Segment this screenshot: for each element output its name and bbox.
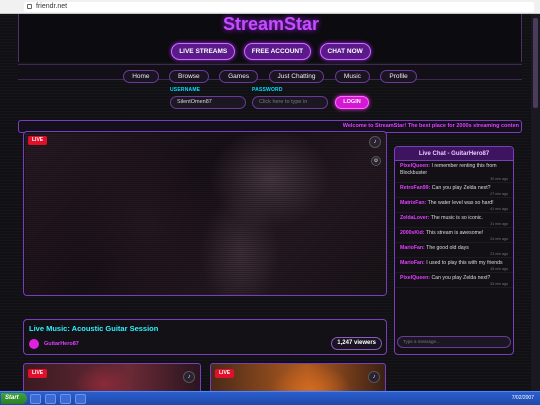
chat-text: Can you play Zelda next? [431, 275, 491, 281]
live-badge: LIVE [28, 369, 48, 378]
taskbar-clock: 7/02/2007 [511, 395, 534, 401]
avatar[interactable] [29, 339, 39, 349]
chat-timestamp: 30 min ago [490, 177, 508, 181]
chat-timestamp: 27 min ago [490, 192, 508, 196]
notepad-icon[interactable] [45, 394, 56, 404]
chat-username[interactable]: PixelQueen: [400, 275, 430, 281]
login-bar: USERNAME SilentOmen87 PASSWORD Click her… [18, 82, 522, 118]
chat-username[interactable]: ZeldaLover: [400, 215, 429, 221]
site-logo[interactable]: StreamStar [19, 14, 523, 34]
chat-text: The water level was so hard! [427, 200, 494, 206]
chat-username[interactable]: MarioFan: [400, 245, 425, 251]
chat-text: The music is so iconic. [430, 215, 483, 221]
address-bar[interactable]: friendr.net [24, 2, 534, 12]
site-header: StreamStar LIVE STREAMS FREE ACCOUNT CHA… [18, 14, 522, 62]
chat-username[interactable]: MarioFan: [400, 260, 425, 266]
desktop-icon[interactable] [30, 394, 41, 404]
page-content: StreamStar LIVE STREAMS FREE ACCOUNT CHA… [0, 14, 540, 391]
chat-header: Live Chat - GuitarHero87 [395, 147, 513, 161]
chat-timestamp: 41 min ago [490, 207, 508, 211]
chat-timestamp: 31 min ago [490, 222, 508, 226]
username-field[interactable]: SilentOmen87 [170, 96, 246, 109]
password-label: PASSWORD [252, 87, 283, 93]
chat-text: I used to play this with my friends [426, 260, 503, 266]
chat-message: PixelQueen: Can you play Zelda next? 53 m… [395, 273, 513, 288]
video-frame[interactable] [25, 133, 386, 295]
browser-toolbar: friendr.net [0, 0, 540, 14]
free-account-button[interactable]: FREE ACCOUNT [243, 43, 312, 60]
password-field[interactable]: Click here to type in [252, 96, 328, 109]
live-badge: LIVE [28, 136, 48, 145]
chat-text: Can you play Zelda next? [431, 185, 491, 191]
stream-thumbnail[interactable]: LIVE ♪ [23, 363, 201, 391]
page-scrollbar[interactable] [531, 14, 540, 391]
chat-timestamp: 45 min ago [490, 267, 508, 271]
viewer-count: 1,247 viewers [331, 337, 382, 350]
live-streams-button[interactable]: LIVE STREAMS [171, 43, 236, 60]
main-menu: Home Browse Games Just Chatting Music Pr… [18, 64, 522, 83]
chat-timestamp: 53 min ago [490, 282, 508, 286]
chat-message: ZeldaLover: The music is so iconic. 31 mi… [395, 213, 513, 228]
start-button[interactable]: Start [1, 393, 27, 404]
chat-message: RetroFan99: Can you play Zelda next? 27 m… [395, 183, 513, 198]
scrollbar-thumb[interactable] [533, 18, 538, 108]
chat-message: MarioFan: I used to play this with my fr… [395, 258, 513, 273]
chat-messages[interactable]: PixelQueen: I remember renting this from… [395, 161, 513, 288]
top-actions: LIVE STREAMS FREE ACCOUNT CHAT NOW [19, 40, 523, 60]
chat-now-button[interactable]: CHAT NOW [319, 43, 371, 60]
stream-thumbnail[interactable]: LIVE ♪ [210, 363, 386, 391]
streamer-name[interactable]: GuitarHero87 [44, 341, 79, 347]
video-player[interactable]: LIVE ♪ ⚙ [23, 131, 387, 296]
chat-message: MarioFan: The good old days 23 min ago [395, 243, 513, 258]
app-icon[interactable] [60, 394, 71, 404]
chat-message: MatrixFan: The water level was so hard! 4… [395, 198, 513, 213]
chat-timestamp: 24 min ago [490, 237, 508, 241]
pen-icon[interactable] [75, 394, 86, 404]
chat-message: PixelQueen: I remember renting this from… [395, 161, 513, 183]
chat-username[interactable]: MatrixFan: [400, 200, 426, 206]
username-label: USERNAME [170, 87, 201, 93]
speaker-icon[interactable]: ♪ [183, 371, 195, 383]
gear-icon[interactable]: ⚙ [371, 156, 381, 166]
taskbar: Start 7/02/2007 [0, 391, 540, 405]
speaker-icon[interactable]: ♪ [368, 371, 380, 383]
chat-panel: Live Chat - GuitarHero87 PixelQueen: I r… [394, 146, 514, 355]
live-badge: LIVE [215, 369, 235, 378]
chat-text: This stream is awesome! [425, 230, 484, 236]
lock-icon [27, 4, 32, 9]
url-text: friendr.net [36, 3, 68, 10]
chat-timestamp: 23 min ago [490, 252, 508, 256]
chat-input[interactable]: Type a message... [397, 336, 511, 348]
stream-info: Live Music: Acoustic Guitar Session Guit… [23, 319, 387, 355]
speaker-icon[interactable]: ♪ [369, 136, 381, 148]
chat-message: 2000sKid: This stream is awesome! 24 min … [395, 228, 513, 243]
chat-username[interactable]: RetroFan99: [400, 185, 430, 191]
login-button[interactable]: LOGIN [335, 96, 369, 109]
chat-username[interactable]: PixelQueen: [400, 163, 430, 169]
chat-username[interactable]: 2000sKid: [400, 230, 425, 236]
chat-text: The good old days [426, 245, 469, 251]
stream-title: Live Music: Acoustic Guitar Session [29, 324, 159, 333]
